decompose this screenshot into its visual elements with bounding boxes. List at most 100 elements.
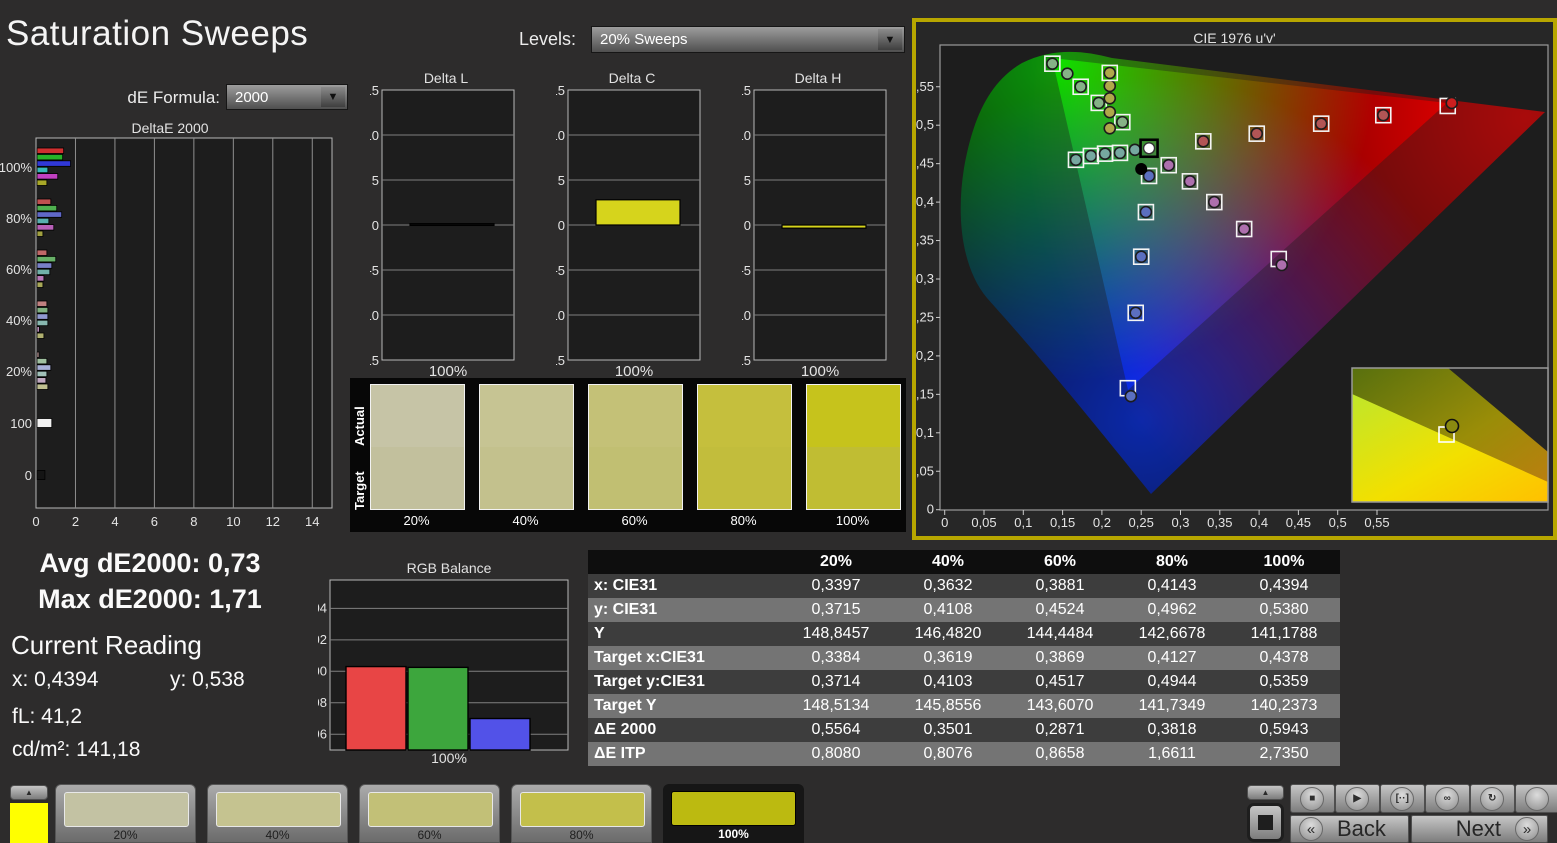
table-row: Target Y148,5134145,8556143,6070141,7349… <box>588 694 1340 718</box>
target-swatch <box>480 447 573 509</box>
actual-swatch <box>589 385 682 447</box>
svg-text:8: 8 <box>190 514 197 529</box>
cie-diagram-panel: CIE 1976 u'v' 00,050,10,150,20,250,30,35… <box>912 18 1557 540</box>
svg-text:100%: 100% <box>0 160 32 175</box>
tile-swatch <box>216 792 341 827</box>
svg-text:0,45: 0,45 <box>1286 515 1311 530</box>
table-row-label: Target y:CIE31 <box>588 670 780 694</box>
svg-text:98: 98 <box>318 695 327 710</box>
table-cell: 141,1788 <box>1228 622 1340 646</box>
svg-text:102: 102 <box>318 632 327 647</box>
continuous-measure-icon: ∞ <box>1435 787 1459 811</box>
svg-text:0: 0 <box>558 218 565 233</box>
actual-target-swatch <box>806 384 901 510</box>
table-row-label: ΔE 2000 <box>588 718 780 742</box>
level-tile-80%[interactable]: 80% <box>511 784 652 843</box>
svg-text:-5: -5 <box>370 263 379 278</box>
stop-button[interactable]: ■ <box>1290 784 1335 813</box>
table-column-header: 100% <box>1228 550 1340 574</box>
target-swatch <box>589 447 682 509</box>
swatch-label: 80% <box>697 513 790 528</box>
svg-text:10: 10 <box>742 128 751 143</box>
table-cell: 141,7349 <box>1116 694 1228 718</box>
next-button[interactable]: Next » <box>1411 815 1548 843</box>
table-cell: 0,3715 <box>780 598 892 622</box>
swatch-label: 100% <box>806 513 899 528</box>
svg-text:0,4: 0,4 <box>1250 515 1268 530</box>
current-reading-title: Current Reading <box>11 630 202 661</box>
delta-c-title: Delta C <box>556 70 708 86</box>
level-tile-100%[interactable]: 100% <box>663 784 804 843</box>
tile-label: 40% <box>208 828 347 842</box>
table-cell: 0,3501 <box>892 718 1004 742</box>
svg-text:0,55: 0,55 <box>916 79 934 94</box>
level-tile-20%[interactable]: 20% <box>55 784 196 843</box>
table-cell: 0,4524 <box>1004 598 1116 622</box>
stop-pattern-button[interactable] <box>1247 803 1284 842</box>
svg-text:0,1: 0,1 <box>1014 515 1032 530</box>
table-row-label: x: CIE31 <box>588 574 780 598</box>
svg-text:-10: -10 <box>370 308 379 323</box>
svg-text:0,55: 0,55 <box>1364 515 1389 530</box>
svg-text:-15: -15 <box>370 353 379 368</box>
play-button[interactable]: ▶ <box>1335 784 1380 813</box>
levels-dropdown[interactable]: 20% Sweeps ▼ <box>591 26 905 53</box>
svg-text:0: 0 <box>927 502 934 517</box>
table-cell: 0,3869 <box>1004 646 1116 670</box>
table-cell: 0,5564 <box>780 718 892 742</box>
table-row-label: y: CIE31 <box>588 598 780 622</box>
table-cell: 0,3384 <box>780 646 892 670</box>
next-button-label: Next <box>1456 816 1501 842</box>
svg-text:20%: 20% <box>6 364 32 379</box>
level-tile-40%[interactable]: 40% <box>207 784 348 843</box>
svg-text:-10: -10 <box>742 308 751 323</box>
results-table: 20%40%60%80%100%x: CIE310,33970,36320,38… <box>588 550 1340 766</box>
table-cell: 148,5134 <box>780 694 892 718</box>
blank-button[interactable] <box>1515 784 1557 813</box>
tile-swatch <box>368 792 493 827</box>
target-swatch <box>371 447 464 509</box>
de-formula-dropdown[interactable]: 2000 ▼ <box>226 84 348 110</box>
play-icon: ▶ <box>1345 787 1369 811</box>
back-button-label: Back <box>1337 816 1386 842</box>
single-measure-button[interactable]: [··] <box>1380 784 1425 813</box>
actual-target-swatch <box>479 384 574 510</box>
levels-value: 20% Sweeps <box>600 31 688 48</box>
page-title: Saturation Sweeps <box>6 14 308 54</box>
rgb-x-label: 100% <box>318 750 580 766</box>
svg-text:0: 0 <box>941 515 948 530</box>
svg-text:0,35: 0,35 <box>916 233 934 248</box>
chevrons-right-icon: » <box>1515 817 1539 841</box>
rgb-balance-chart: 1041021009896 <box>318 574 580 774</box>
svg-text:0: 0 <box>25 468 32 483</box>
delta-l-chart: 151050-5-10-15100% <box>370 86 522 376</box>
chevron-down-icon: ▼ <box>878 29 902 50</box>
svg-text:2: 2 <box>72 514 79 529</box>
meter-up-button[interactable]: ▲ <box>1247 785 1284 800</box>
back-button[interactable]: « Back <box>1290 815 1409 843</box>
table-cell: 142,6678 <box>1116 622 1228 646</box>
level-tile-60%[interactable]: 60% <box>359 784 500 843</box>
up-arrow-icon: ▲ <box>1262 788 1270 797</box>
actual-target-swatch <box>370 384 465 510</box>
table-row: Target x:CIE310,33840,36190,38690,41270,… <box>588 646 1340 670</box>
deltae-2000-chart: 02468101214100%80%60%40%20%1000 <box>0 134 340 534</box>
svg-text:12: 12 <box>266 514 280 529</box>
svg-text:0,2: 0,2 <box>916 348 934 363</box>
actual-target-swatch <box>588 384 683 510</box>
table-cell: 145,8556 <box>892 694 1004 718</box>
table-cell: 0,3881 <box>1004 574 1116 598</box>
actual-swatch <box>371 385 464 447</box>
continuous-measure-button[interactable]: ∞ <box>1425 784 1470 813</box>
table-row-label: Target x:CIE31 <box>588 646 780 670</box>
svg-text:6: 6 <box>151 514 158 529</box>
refresh-button[interactable]: ↻ <box>1470 784 1515 813</box>
svg-text:-5: -5 <box>556 263 565 278</box>
svg-text:100%: 100% <box>615 363 653 376</box>
target-swatch <box>807 447 900 509</box>
table-cell: 144,4484 <box>1004 622 1116 646</box>
chevrons-left-icon: « <box>1299 817 1323 841</box>
svg-text:0,5: 0,5 <box>1329 515 1347 530</box>
table-cell: 0,8658 <box>1004 742 1116 766</box>
svg-text:0: 0 <box>744 218 751 233</box>
